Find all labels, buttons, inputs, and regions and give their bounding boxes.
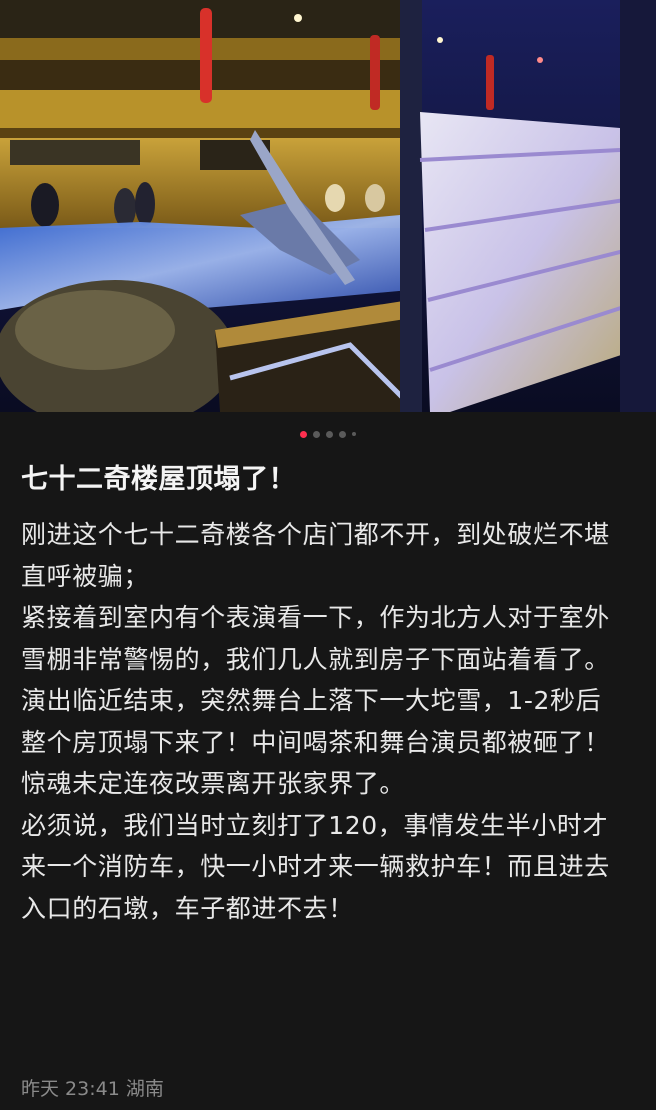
carousel-dot <box>326 430 333 438</box>
post-paragraph: 紧接着到室内有个表演看一下，作为北方人对于室外雪棚非常警惕的，我们几人就到房子下… <box>21 603 610 674</box>
post-photo[interactable] <box>0 0 656 412</box>
post-time: 昨天 23:41 <box>21 1078 120 1100</box>
post-paragraph: 必须说，我们当时立刻打了120，事情发生半小时才来一个消防车，快一小时才来一辆救… <box>21 810 610 923</box>
post-paragraph: 刚进这个七十二奇楼各个店门都不开，到处破烂不堪直呼被骗； <box>21 520 610 591</box>
carousel-dot <box>339 430 346 438</box>
carousel-dot <box>313 430 320 438</box>
post-title: 七十二奇楼屋顶塌了！ <box>21 464 296 495</box>
collapsed-roof-photo <box>0 0 656 412</box>
post-body: 刚进这个七十二奇楼各个店门都不开，到处破烂不堪直呼被骗； 紧接着到室内有个表演看… <box>21 514 620 929</box>
carousel-dot <box>352 432 356 436</box>
post-location: 湖南 <box>125 1078 164 1100</box>
post-meta: 昨天 23:41 湖南 <box>21 1074 164 1104</box>
carousel-indicator <box>0 428 656 440</box>
carousel-dot-active <box>300 430 307 438</box>
post-paragraph: 演出临近结束，突然舞台上落下一大坨雪，1-2秒后整个房顶塌下来了！中间喝茶和舞台… <box>21 686 610 757</box>
post-detail-page: 七十二奇楼屋顶塌了！ 刚进这个七十二奇楼各个店门都不开，到处破烂不堪直呼被骗； … <box>0 0 656 1110</box>
post-paragraph: 惊魂未定连夜改票离开张家界了。 <box>21 769 406 798</box>
